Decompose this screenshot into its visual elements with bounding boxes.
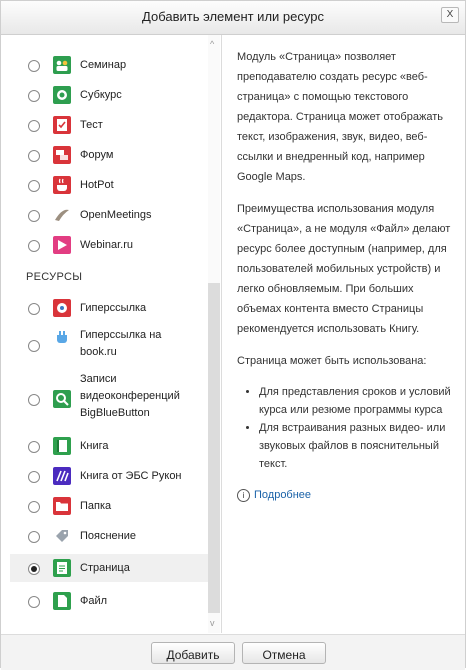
resources-heading: РЕСУРСЫ [26,271,83,283]
description-list: Для представления сроков и условий курса… [237,383,459,473]
radio-forum[interactable] [28,150,40,162]
folder-icon [53,497,71,515]
module-label: Папка [80,500,112,512]
url-icon [53,299,71,317]
radio-label[interactable] [28,531,40,543]
module-label: Webinar.ru [80,239,133,251]
module-description: Модуль «Страница» позволяет преподавател… [237,47,459,505]
module-label: Гиперссылка [80,302,147,314]
book-icon [53,437,71,455]
add-button[interactable]: Добавить [151,642,235,664]
module-item-workshop[interactable]: Семинар [10,53,208,77]
list-scrollbar[interactable]: ^ v [208,35,220,633]
label-icon [53,527,71,545]
radio-quiz[interactable] [28,120,40,132]
workshop-icon [53,56,71,74]
scroll-up-icon[interactable]: ^ [210,39,214,49]
module-label: Семинар [80,59,127,71]
radio-hotpot[interactable] [28,180,40,192]
scroll-down-icon[interactable]: v [210,618,215,628]
close-button[interactable]: X [441,7,459,23]
module-item-book[interactable]: Книга [10,433,208,459]
module-item-label[interactable]: Пояснение [10,523,208,549]
openmeetings-icon [53,206,71,224]
cancel-button[interactable]: Отмена [242,642,326,664]
dialog-footer: Добавить Отмена [1,634,465,670]
radio-book[interactable] [28,441,40,453]
radio-webinar[interactable] [28,240,40,252]
scrollbar-thumb[interactable] [208,283,220,613]
radio-bigbluebutton[interactable] [28,394,40,406]
module-item-webinar[interactable]: Webinar.ru [10,233,208,257]
radio-subcourse[interactable] [28,90,40,102]
module-item-forum[interactable]: Форум [10,143,208,167]
module-item-page[interactable]: Страница [10,554,208,582]
subcourse-icon [53,86,71,104]
radio-url[interactable] [28,303,40,315]
module-label: Субкурс [80,89,122,101]
radio-workshop[interactable] [28,60,40,72]
more-link[interactable]: i Подробнее [237,485,459,505]
pane-divider [221,35,222,633]
radio-folder[interactable] [28,501,40,513]
module-item-quiz[interactable]: Тест [10,113,208,137]
module-label: Страница [80,562,130,574]
file-icon [53,592,71,610]
dialog-title: Добавить элемент или ресурс [142,9,324,24]
description-paragraph: Модуль «Страница» позволяет преподавател… [237,51,443,183]
hotpot-icon [53,176,71,194]
page-icon [53,559,71,577]
radio-file[interactable] [28,596,40,608]
radio-openmeetings[interactable] [28,210,40,222]
quiz-icon [53,116,71,134]
module-item-url[interactable]: Гиперссылка [10,295,208,321]
list-item [10,35,208,41]
module-list[interactable]: Семинар Субкурс Тест Форум HotPot OpenMe… [10,35,221,633]
more-link-label[interactable]: Подробнее [254,485,311,505]
webinar-icon [53,236,71,254]
radio-page[interactable] [28,563,40,575]
list-item: Для встраивания разных видео- или звуков… [259,419,459,473]
module-item-subcourse[interactable]: Субкурс [10,83,208,107]
dialog-header: Добавить элемент или ресурс X [1,1,465,35]
module-item-bigbluebutton[interactable]: Записи видеоконференций BigBlueButton [10,369,208,427]
radio-rucont[interactable] [28,471,40,483]
module-label: Книга [80,440,109,452]
forum-icon [53,146,71,164]
module-label: HotPot [80,179,114,191]
module-label: OpenMeetings [80,209,152,221]
module-label: Записи видеоконференций BigBlueButton [80,373,180,419]
bigbluebutton-icon [53,390,71,408]
module-item-openmeetings[interactable]: OpenMeetings [10,203,208,227]
info-icon: i [237,488,250,502]
bookru-icon [53,329,71,347]
module-item-folder[interactable]: Папка [10,493,208,519]
module-label: Файл [80,595,108,607]
description-paragraph: Преимущества использования модуля «Стран… [237,203,451,335]
list-item: Для представления сроков и условий курса… [259,383,459,419]
module-item-bookru[interactable]: Гиперссылка на book.ru [10,325,208,365]
module-item-hotpot[interactable]: HotPot [10,173,208,197]
module-label: Пояснение [80,530,137,542]
module-label: Книга от ЭБС Рукон [80,470,182,482]
description-paragraph: Страница может быть использована: [237,355,427,367]
module-label: Гиперссылка на book.ru [80,329,162,358]
module-item-rucont[interactable]: Книга от ЭБС Рукон [10,463,208,489]
add-activity-dialog: Добавить элемент или ресурс X Семинар Су… [0,0,466,670]
module-label: Тест [80,119,103,131]
radio-bookru[interactable] [28,340,40,352]
rucont-icon [53,467,71,485]
module-label: Форум [80,149,114,161]
module-item-file[interactable]: Файл [10,587,208,615]
